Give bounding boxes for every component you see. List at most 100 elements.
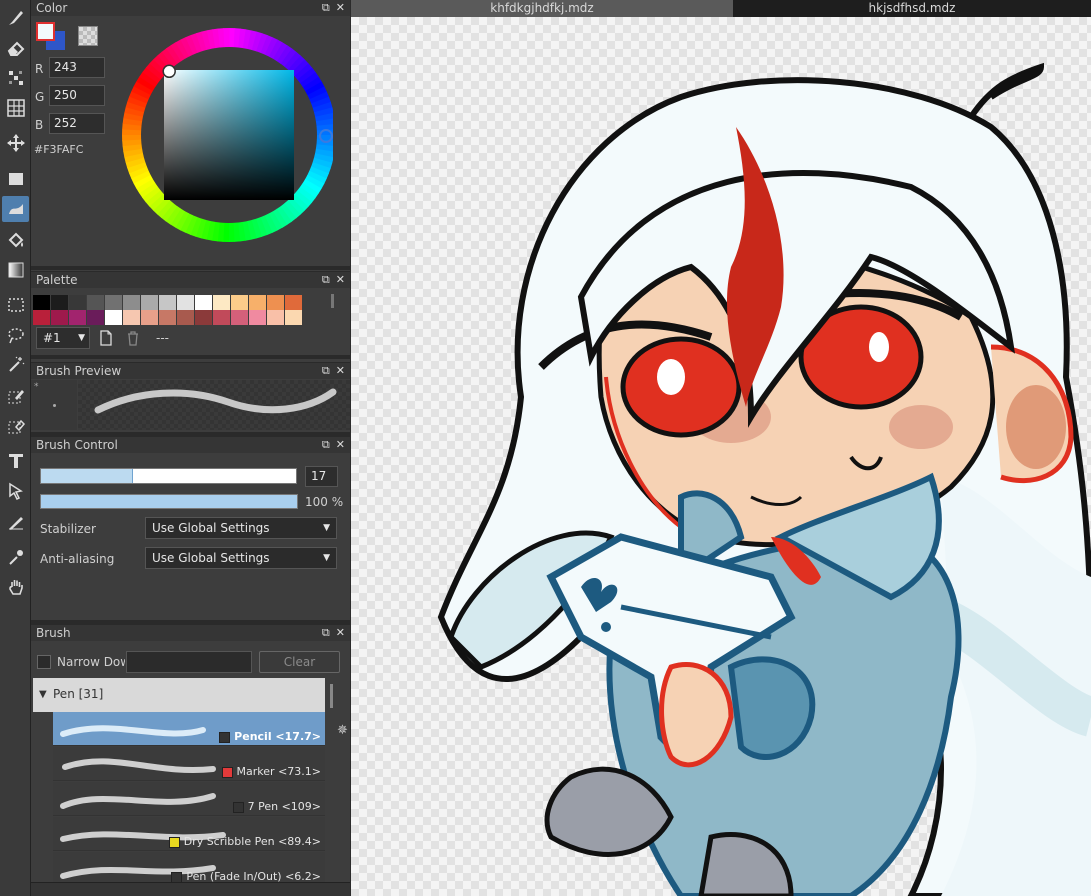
- eyedropper-tool[interactable]: [2, 544, 29, 570]
- palette-swatch[interactable]: [285, 310, 303, 325]
- palette-swatch[interactable]: [123, 295, 141, 310]
- close-icon[interactable]: ✕: [336, 273, 345, 287]
- palette-swatch[interactable]: [285, 295, 303, 310]
- trash-icon[interactable]: [126, 330, 140, 346]
- float-icon[interactable]: ⧉: [322, 438, 330, 452]
- transparent-color-swatch[interactable]: [78, 26, 98, 46]
- antialias-dropdown[interactable]: Use Global Settings: [145, 547, 337, 569]
- palette-swatch[interactable]: [195, 295, 213, 310]
- opacity-value: 100 %: [305, 495, 344, 509]
- close-icon[interactable]: ✕: [336, 438, 345, 452]
- canvas[interactable]: [351, 17, 1091, 896]
- hand-tool[interactable]: [2, 574, 29, 600]
- panel-title: Palette: [36, 273, 78, 287]
- palette-swatch[interactable]: [123, 310, 141, 325]
- panel-divider: [31, 266, 350, 270]
- brush-search-input[interactable]: [126, 651, 252, 673]
- narrow-down-label: Narrow Dow: [57, 655, 125, 669]
- foreground-color-swatch[interactable]: [36, 22, 55, 41]
- clear-button[interactable]: Clear: [259, 651, 340, 673]
- float-icon[interactable]: ⧉: [322, 1, 330, 15]
- palette-swatch[interactable]: [177, 310, 195, 325]
- lasso-tool[interactable]: [2, 322, 29, 348]
- palette-swatch[interactable]: [267, 310, 285, 325]
- palette-swatch[interactable]: [159, 310, 177, 325]
- brush-tool[interactable]: [2, 5, 29, 31]
- tab-document-1[interactable]: khfdkgjhdfkj.mdz: [351, 0, 733, 17]
- sv-cursor[interactable]: [162, 64, 176, 79]
- narrow-down-checkbox[interactable]: [37, 655, 51, 669]
- palette-swatch[interactable]: [195, 310, 213, 325]
- divide-tool[interactable]: [2, 509, 29, 535]
- palette-swatch[interactable]: [231, 310, 249, 325]
- b-label: B: [35, 118, 44, 132]
- move-icon: [6, 134, 25, 152]
- palette-swatch[interactable]: [141, 310, 159, 325]
- palette-swatch[interactable]: [105, 295, 123, 310]
- palette-swatch[interactable]: [213, 310, 231, 325]
- float-icon[interactable]: ⧉: [322, 364, 330, 378]
- close-icon[interactable]: ✕: [336, 626, 345, 640]
- palette-selector[interactable]: #1: [36, 327, 90, 349]
- brush-name: Dry Scribble Pen <89.4>: [183, 835, 321, 848]
- brush-list-scrollbar[interactable]: [330, 684, 333, 708]
- brush-group-pen[interactable]: Pen [31]: [33, 678, 325, 712]
- brush-item[interactable]: Pen (Fade In/Out) <6.2>: [53, 852, 325, 886]
- palette-swatch[interactable]: [69, 295, 87, 310]
- palette-swatch[interactable]: [267, 295, 285, 310]
- r-field[interactable]: 243: [49, 57, 105, 78]
- select-eraser-tool[interactable]: [2, 413, 29, 439]
- palette-swatch[interactable]: [249, 295, 267, 310]
- brush-item[interactable]: Marker <73.1>: [53, 747, 325, 781]
- g-field[interactable]: 250: [49, 85, 105, 106]
- gear-icon[interactable]: ✵: [337, 723, 348, 738]
- brush-item[interactable]: 7 Pen <109>: [53, 782, 325, 816]
- brush-item[interactable]: Pencil <17.7>: [53, 712, 325, 746]
- tab-document-2[interactable]: hkjsdfhsd.mdz: [733, 0, 1091, 17]
- magic-wand-tool[interactable]: [2, 352, 29, 378]
- palette-swatch[interactable]: [159, 295, 177, 310]
- dither-icon: [8, 71, 23, 85]
- fill-tool[interactable]: [2, 227, 29, 253]
- palette-swatch[interactable]: [141, 295, 159, 310]
- palette-swatch[interactable]: [87, 295, 105, 310]
- close-icon[interactable]: ✕: [336, 1, 345, 15]
- palette-swatch[interactable]: [51, 310, 69, 325]
- palette-swatch[interactable]: [33, 295, 51, 310]
- eraser-tool[interactable]: [2, 35, 29, 61]
- fill-bucket-icon: [8, 232, 23, 248]
- new-page-icon[interactable]: [99, 330, 113, 346]
- shape-rect-tool[interactable]: [2, 166, 29, 192]
- palette-swatch[interactable]: [51, 295, 69, 310]
- palette-swatch[interactable]: [87, 310, 105, 325]
- grid-tool[interactable]: [2, 95, 29, 121]
- palette-swatch[interactable]: [213, 295, 231, 310]
- brush-item[interactable]: Dry Scribble Pen <89.4>: [53, 817, 325, 851]
- palette-swatch[interactable]: [249, 310, 267, 325]
- select-tool[interactable]: [2, 292, 29, 318]
- gradient-brush-tool[interactable]: [2, 196, 29, 222]
- hue-segment: [228, 222, 235, 242]
- color-wheel[interactable]: [113, 19, 333, 251]
- move-tool[interactable]: [2, 130, 29, 156]
- close-icon[interactable]: ✕: [336, 364, 345, 378]
- operation-tool[interactable]: [2, 478, 29, 504]
- b-field[interactable]: 252: [49, 113, 105, 134]
- gradient-tool[interactable]: [2, 257, 29, 283]
- palette-scrollbar[interactable]: [331, 294, 334, 308]
- palette-row: [33, 295, 303, 310]
- dither-tool[interactable]: [2, 65, 29, 91]
- float-icon[interactable]: ⧉: [322, 273, 330, 287]
- palette-swatch[interactable]: [231, 295, 249, 310]
- brush-size-slider[interactable]: [40, 468, 297, 484]
- palette-swatch[interactable]: [69, 310, 87, 325]
- palette-swatch[interactable]: [33, 310, 51, 325]
- text-tool[interactable]: [2, 448, 29, 474]
- palette-swatch[interactable]: [177, 295, 195, 310]
- brush-size-field[interactable]: 17: [305, 466, 338, 487]
- palette-swatch[interactable]: [105, 310, 123, 325]
- stabilizer-dropdown[interactable]: Use Global Settings: [145, 517, 337, 539]
- float-icon[interactable]: ⧉: [322, 626, 330, 640]
- select-pen-tool[interactable]: [2, 383, 29, 409]
- opacity-slider[interactable]: [40, 494, 298, 509]
